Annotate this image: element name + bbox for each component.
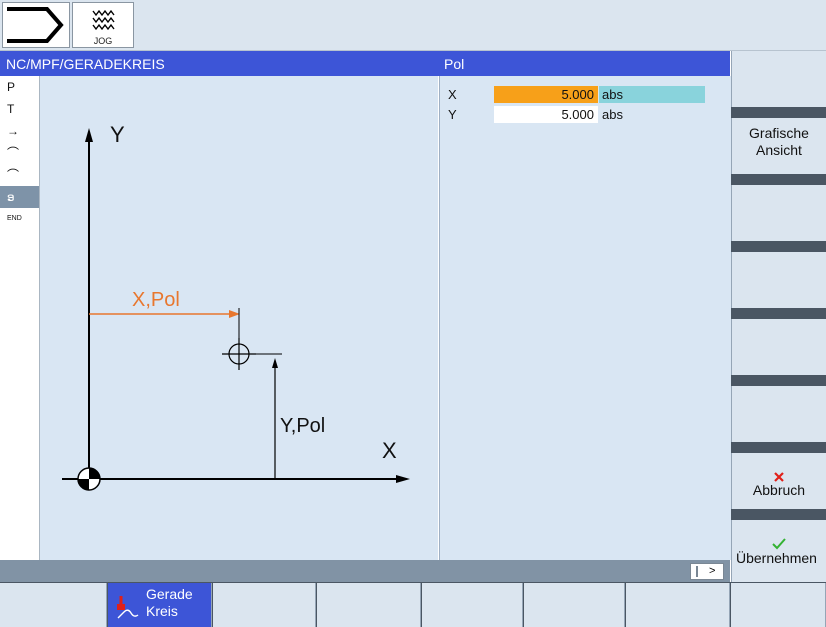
block-item-line[interactable]: → xyxy=(0,120,39,142)
block-item-t[interactable]: T xyxy=(0,98,39,120)
program-path: NC/MPF/GERADEKREIS xyxy=(6,56,165,72)
vsk-4[interactable] xyxy=(731,252,826,308)
pole-marker xyxy=(222,338,256,370)
hsk-5[interactable] xyxy=(422,583,523,627)
mode-indicator[interactable] xyxy=(2,2,70,48)
x-axis-arrowhead xyxy=(396,475,410,483)
block-item-arc[interactable]: ⌒ xyxy=(0,142,39,164)
param-x-label: X xyxy=(448,87,457,102)
gerade-kreis-label: Gerade Kreis xyxy=(146,586,193,619)
grafische-ansicht-label: Grafische Ansicht xyxy=(749,125,809,158)
param-y-label: Y xyxy=(448,107,457,122)
y-axis-label: Y xyxy=(110,122,125,147)
x-axis-label: X xyxy=(382,438,397,463)
hsk-1[interactable] xyxy=(0,583,107,627)
hsk-4[interactable] xyxy=(317,583,421,627)
status-line xyxy=(0,560,730,582)
checkmark-icon xyxy=(772,538,786,550)
param-x-unit[interactable]: abs xyxy=(599,86,705,103)
vsk-3[interactable] xyxy=(731,185,826,241)
scroll-label: > xyxy=(709,565,716,577)
title-bar: NC/MPF/GERADEKREIS Pol xyxy=(0,51,730,76)
block-item-end[interactable]: END xyxy=(0,208,39,230)
help-graphic: Y X X,Pol Y,Pol xyxy=(40,76,438,560)
origin-marker xyxy=(77,467,101,491)
param-y-input[interactable]: 5.000 xyxy=(494,106,598,123)
block-item-arc-2[interactable]: ⌒ xyxy=(0,164,39,186)
param-y-unit[interactable]: abs xyxy=(602,106,623,123)
line-circle-icon xyxy=(117,596,139,619)
block-item-p[interactable]: P xyxy=(0,76,39,98)
scroll-right-button[interactable]: > xyxy=(690,563,724,580)
wave-icon xyxy=(92,9,115,31)
uebernehmen-label: Übernehmen xyxy=(736,550,817,566)
y-pol-label: Y,Pol xyxy=(280,415,325,437)
x-pol-label: X,Pol xyxy=(132,289,180,311)
hsk-3[interactable] xyxy=(213,583,316,627)
vsk-6[interactable] xyxy=(731,386,826,442)
arrow-tab-icon xyxy=(7,7,64,43)
hsk-7[interactable] xyxy=(626,583,730,627)
section-title: Pol xyxy=(444,56,465,72)
hsk-8[interactable] xyxy=(731,583,826,627)
jog-label: JOG xyxy=(93,36,113,46)
jog-mode-indicator[interactable]: JOG xyxy=(72,2,134,48)
y-axis-arrowhead xyxy=(85,128,93,142)
hsk-6[interactable] xyxy=(524,583,625,627)
grafische-ansicht-button[interactable]: Grafische Ansicht xyxy=(731,118,826,174)
program-block-list: P T → ⌒ ⌒ ອ END xyxy=(0,76,40,560)
uebernehmen-button[interactable]: Übernehmen xyxy=(731,520,826,582)
vsk-5[interactable] xyxy=(731,319,826,375)
pole-diagram: Y X X,Pol Y,Pol xyxy=(62,122,410,491)
vsk-1[interactable] xyxy=(731,51,826,107)
abbruch-label: Abbruch xyxy=(752,482,806,498)
param-x-input[interactable]: 5.000 xyxy=(494,86,598,103)
gerade-kreis-button[interactable]: Gerade Kreis xyxy=(108,583,212,627)
block-item-polar[interactable]: ອ xyxy=(0,186,39,208)
abbruch-button[interactable]: Abbruch xyxy=(731,453,826,509)
parameter-panel: X 5.000 abs Y 5.000 abs xyxy=(439,76,731,560)
